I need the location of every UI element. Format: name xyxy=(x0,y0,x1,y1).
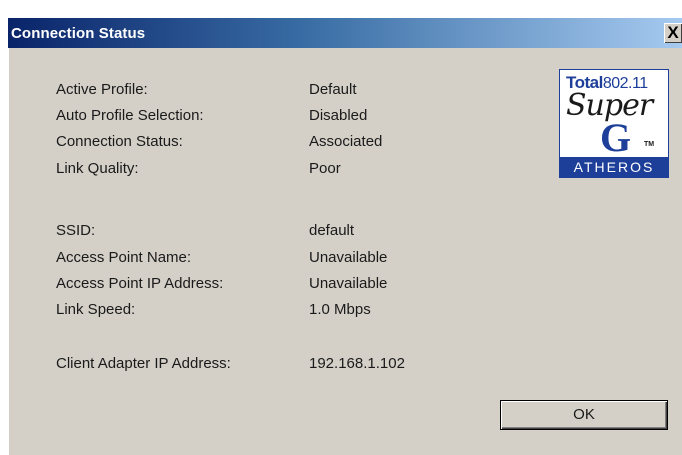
active-profile-label: Active Profile: xyxy=(56,81,148,98)
logo-g-text: G xyxy=(600,115,632,160)
connection-status-label: Connection Status: xyxy=(56,133,183,150)
link-quality-value: Poor xyxy=(309,160,341,177)
active-profile-value: Default xyxy=(309,81,357,98)
access-point-name-label: Access Point Name: xyxy=(56,249,192,266)
connection-status-dialog: Connection Status X Active Profile: Defa… xyxy=(8,18,682,455)
auto-profile-selection-label: Auto Profile Selection: xyxy=(56,107,204,124)
auto-profile-selection-value: Disabled xyxy=(309,107,368,124)
client-adapter-ip-value: 192.168.1.102 xyxy=(309,355,405,372)
close-button[interactable]: X xyxy=(664,23,682,43)
logo-trademark: TM xyxy=(644,141,655,148)
dialog-title: Connection Status xyxy=(11,25,146,42)
ssid-value: default xyxy=(309,222,355,239)
connection-status-value: Associated xyxy=(309,133,383,150)
access-point-ip-label: Access Point IP Address: xyxy=(56,275,224,292)
access-point-ip-value: Unavailable xyxy=(309,275,388,292)
ok-button[interactable]: OK xyxy=(500,400,668,430)
title-bar[interactable]: Connection Status X xyxy=(8,18,682,48)
close-icon: X xyxy=(667,23,679,42)
link-speed-label: Link Speed: xyxy=(56,301,136,318)
ssid-label: SSID: xyxy=(56,222,96,239)
client-adapter-ip-label: Client Adapter IP Address: xyxy=(56,355,231,372)
link-speed-value: 1.0 Mbps xyxy=(309,301,371,318)
atheros-super-g-logo: Total802.11 Super G TM ATHEROS xyxy=(559,69,669,178)
logo-atheros-bar: ATHEROS xyxy=(560,157,668,177)
link-quality-label: Link Quality: xyxy=(56,160,139,177)
access-point-name-value: Unavailable xyxy=(309,249,388,266)
